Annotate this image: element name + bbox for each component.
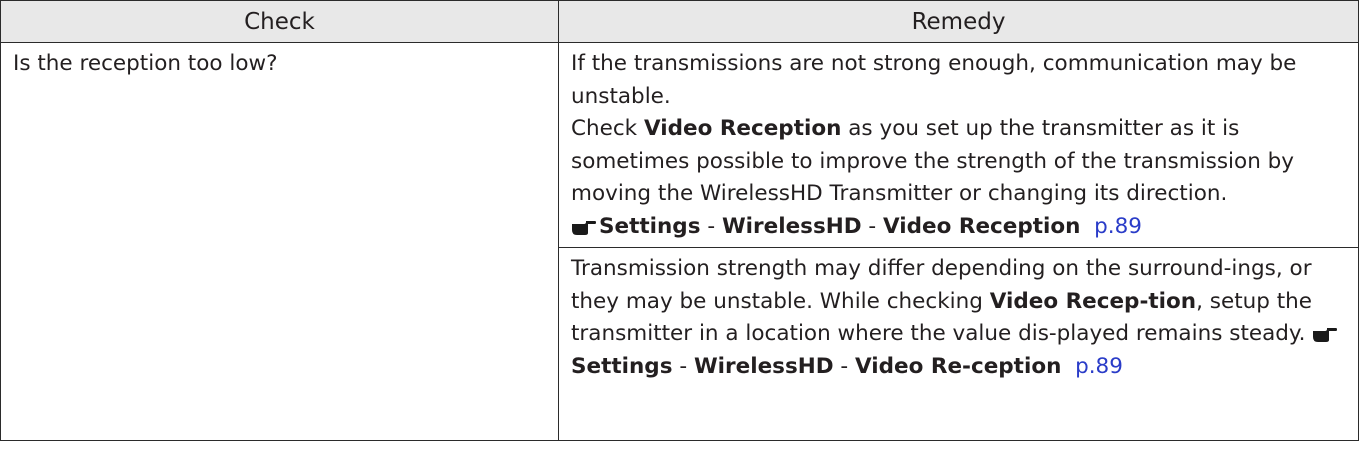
troubleshooting-table: Check Remedy Is the reception too low? I… [0, 0, 1359, 441]
table-row: Is the reception too low? If the transmi… [0, 42, 1359, 441]
menu-path-video-reception: Video Reception [883, 213, 1081, 239]
page-link[interactable]: p.89 [1075, 354, 1123, 379]
pointing-hand-icon [571, 211, 599, 244]
remedy-text: Check [571, 116, 644, 141]
menu-reference: Settings - WirelessHD - Video Reception … [571, 211, 1350, 244]
remedy-paragraph: If the transmissions are not strong enou… [571, 51, 1297, 109]
menu-term: Video Recep-tion [989, 288, 1197, 314]
menu-path-video-reception: Video Re-ception [855, 353, 1062, 379]
menu-path-separator: - [672, 353, 694, 379]
header-remedy: Remedy [558, 0, 1359, 43]
menu-term: Video Reception [643, 116, 842, 141]
menu-path-separator: - [833, 353, 856, 379]
menu-path-settings: Settings [599, 213, 701, 239]
menu-path-separator: - [861, 213, 884, 239]
remedy-cell-1: If the transmissions are not strong enou… [558, 42, 1359, 248]
header-check: Check [0, 0, 559, 43]
menu-path-settings: Settings [571, 353, 673, 379]
menu-path-separator: - [700, 213, 722, 239]
check-cell: Is the reception too low? [0, 42, 559, 441]
table-header-row: Check Remedy [0, 0, 1359, 43]
menu-path-wirelesshd: WirelessHD [721, 213, 862, 239]
check-text: Is the reception too low? [13, 51, 278, 76]
page-link[interactable]: p.89 [1094, 214, 1142, 239]
remedy-cell-2: Transmission strength may differ dependi… [558, 247, 1359, 441]
pointing-hand-icon [1312, 318, 1340, 351]
menu-path-wirelesshd: WirelessHD [693, 353, 834, 379]
remedy-paragraph: Check Video Reception as you set up the … [571, 113, 1350, 211]
